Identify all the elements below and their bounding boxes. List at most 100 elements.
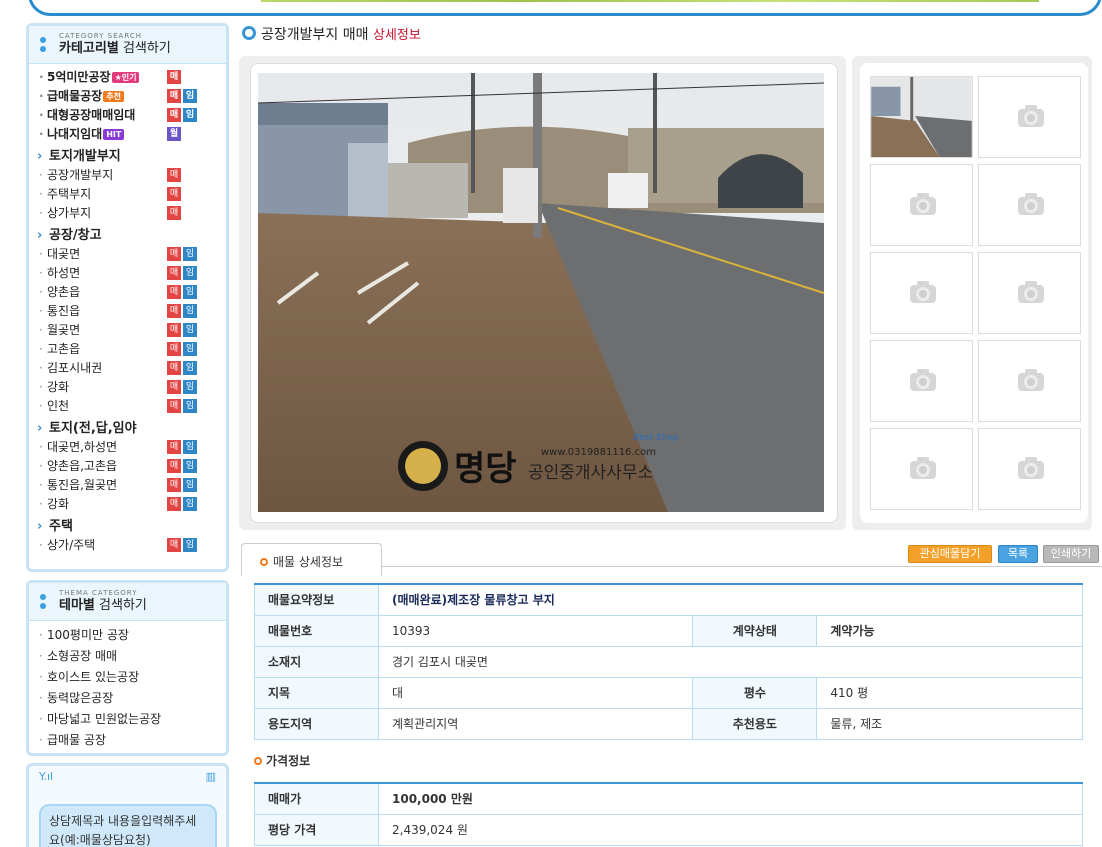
photo-thumbnail[interactable] [978, 164, 1081, 246]
monthly-tag[interactable]: 월 [167, 127, 181, 141]
photo-thumbnail[interactable] [870, 252, 973, 334]
photo-thumbnail[interactable] [870, 340, 973, 422]
category-section-header[interactable]: 공장/창고 [29, 226, 226, 245]
photo-thumbnail[interactable] [978, 252, 1081, 334]
category-item[interactable]: 양촌읍,고촌읍 매임 [29, 457, 226, 476]
category-item[interactable]: 통진읍,월곶면 매임 [29, 476, 226, 495]
sale-tag[interactable]: 매 [167, 478, 181, 492]
photo-thumbnail[interactable] [978, 340, 1081, 422]
theme-item[interactable]: 동력많은공장 [29, 688, 226, 709]
address-label: 소재지 [254, 645, 379, 678]
theme-item[interactable]: 100평미만 공장 [29, 625, 226, 646]
sale-tag[interactable]: 매 [167, 440, 181, 454]
lease-tag[interactable]: 임 [183, 399, 197, 413]
photo-thumbnail[interactable] [978, 76, 1081, 158]
category-item[interactable]: 대곶면,하성면 매임 [29, 438, 226, 457]
print-button[interactable]: 인쇄하기 [1043, 545, 1099, 563]
lease-tag[interactable]: 임 [183, 538, 197, 552]
category-section-header[interactable]: 주택 [29, 517, 226, 536]
table-row: 지목 대 평수 410 평 [254, 676, 1083, 709]
category-item[interactable]: 양촌읍 매임 [29, 283, 226, 302]
sale-tag[interactable]: 매 [167, 361, 181, 375]
category-item[interactable]: 주택부지 매 [29, 185, 226, 204]
main-photo[interactable]: 명당 공인중개사사무소 www.0319881116.com Best Shop [258, 73, 824, 512]
lease-tag[interactable]: 임 [183, 497, 197, 511]
category-item[interactable]: 상가부지 매 [29, 204, 226, 223]
sale-tag[interactable]: 매 [167, 399, 181, 413]
lease-tag[interactable]: 임 [183, 380, 197, 394]
category-section-header[interactable]: 토지(전,답,임야 [29, 419, 226, 438]
photo-thumbnail[interactable] [978, 428, 1081, 510]
lease-tag[interactable]: 임 [183, 285, 197, 299]
category-item[interactable]: 월곶면 매임 [29, 321, 226, 340]
lease-tag[interactable]: 임 [183, 361, 197, 375]
lease-tag[interactable]: 임 [183, 440, 197, 454]
area-value: 410 평 [816, 676, 1083, 709]
category-item[interactable]: 상가/주택 매임 [29, 536, 226, 555]
lease-tag[interactable]: 임 [183, 323, 197, 337]
sale-tag[interactable]: 매 [167, 108, 181, 122]
sale-tag[interactable]: 매 [167, 247, 181, 261]
category-item[interactable]: 고촌읍 매임 [29, 340, 226, 359]
theme-list: 100평미만 공장소형공장 매매호이스트 있는공장동력많은공장마당넓고 민원없는… [29, 621, 226, 751]
category-item[interactable]: 강화 매임 [29, 378, 226, 397]
sale-tag[interactable]: 매 [167, 538, 181, 552]
category-item[interactable]: 강화 매임 [29, 495, 226, 514]
lease-tag[interactable]: 임 [183, 108, 197, 122]
category-item[interactable]: 나대지임대HIT 월 [29, 125, 226, 144]
lease-tag[interactable]: 임 [183, 478, 197, 492]
category-title-rest: 검색하기 [118, 41, 171, 56]
category-item[interactable]: 대형공장매매임대 매임 [29, 106, 226, 125]
tab-property-detail[interactable]: 매물 상세정보 [241, 543, 382, 576]
category-item[interactable]: 급매물공장추천 매임 [29, 87, 226, 106]
sale-tag[interactable]: 매 [167, 285, 181, 299]
lease-tag[interactable]: 임 [183, 304, 197, 318]
theme-search-header: THEMA CATEGORY 테마별 검색하기 [29, 583, 226, 621]
category-item[interactable]: 하성면 매임 [29, 264, 226, 283]
lease-tag[interactable]: 임 [183, 459, 197, 473]
lease-tag[interactable]: 임 [183, 266, 197, 280]
consult-message-input[interactable]: 상담제목과 내용을입력해주세요(예:매물상담요청) [39, 804, 217, 847]
theme-item[interactable]: 급매물 공장 [29, 730, 226, 751]
sale-tag[interactable]: 매 [167, 187, 181, 201]
category-item-label: 고촌읍 [47, 342, 81, 356]
lease-tag[interactable]: 임 [183, 342, 197, 356]
sale-tag[interactable]: 매 [167, 206, 181, 220]
sale-tag[interactable]: 매 [167, 168, 181, 182]
table-row: 매물요약정보 (매매완료)제조장 물류창고 부지 [254, 583, 1083, 616]
camera-placeholder-icon [1016, 365, 1046, 395]
sale-tag[interactable]: 매 [167, 459, 181, 473]
photo-thumbnail[interactable] [870, 164, 973, 246]
category-item[interactable]: 통진읍 매임 [29, 302, 226, 321]
category-item[interactable]: 김포시내권 매임 [29, 359, 226, 378]
sale-tag[interactable]: 매 [167, 380, 181, 394]
sale-tag[interactable]: 매 [167, 266, 181, 280]
category-item[interactable]: 5억미만공장★인기 매 [29, 68, 226, 87]
sale-tag[interactable]: 매 [167, 70, 181, 84]
category-item[interactable]: 공장개발부지 매 [29, 166, 226, 185]
category-item[interactable]: 인천 매임 [29, 397, 226, 416]
bullet-dot-icon [40, 594, 46, 600]
photo-thumbnail[interactable] [870, 428, 973, 510]
category-item-label: 상가부지 [47, 206, 92, 220]
theme-item[interactable]: 호이스트 있는공장 [29, 667, 226, 688]
add-favorite-button[interactable]: 관심매물담기 [908, 545, 992, 563]
lease-tag[interactable]: 임 [183, 247, 197, 261]
theme-item[interactable]: 소형공장 매매 [29, 646, 226, 667]
sale-tag[interactable]: 매 [167, 89, 181, 103]
sale-tag[interactable]: 매 [167, 342, 181, 356]
category-item[interactable]: 대곶면 매임 [29, 245, 226, 264]
status-label: 계약상태 [692, 614, 818, 647]
price-per-pyeong-value: 2,439,024 원 [378, 813, 1083, 846]
sale-tag[interactable]: 매 [167, 497, 181, 511]
sale-tag[interactable]: 매 [167, 304, 181, 318]
photo-thumbnail[interactable] [870, 76, 973, 158]
sale-tag[interactable]: 매 [167, 323, 181, 337]
list-button[interactable]: 목록 [998, 545, 1038, 563]
camera-placeholder-icon [1016, 189, 1046, 219]
category-section-header[interactable]: 토지개발부지 [29, 147, 226, 166]
lease-tag[interactable]: 임 [183, 89, 197, 103]
theme-item[interactable]: 마당넓고 민원없는공장 [29, 709, 226, 730]
category-search-box: CATEGORY SEARCH 카테고리별 검색하기 5억미만공장★인기매급매물… [26, 23, 229, 572]
signal-icon: Y.ıl [39, 770, 54, 783]
